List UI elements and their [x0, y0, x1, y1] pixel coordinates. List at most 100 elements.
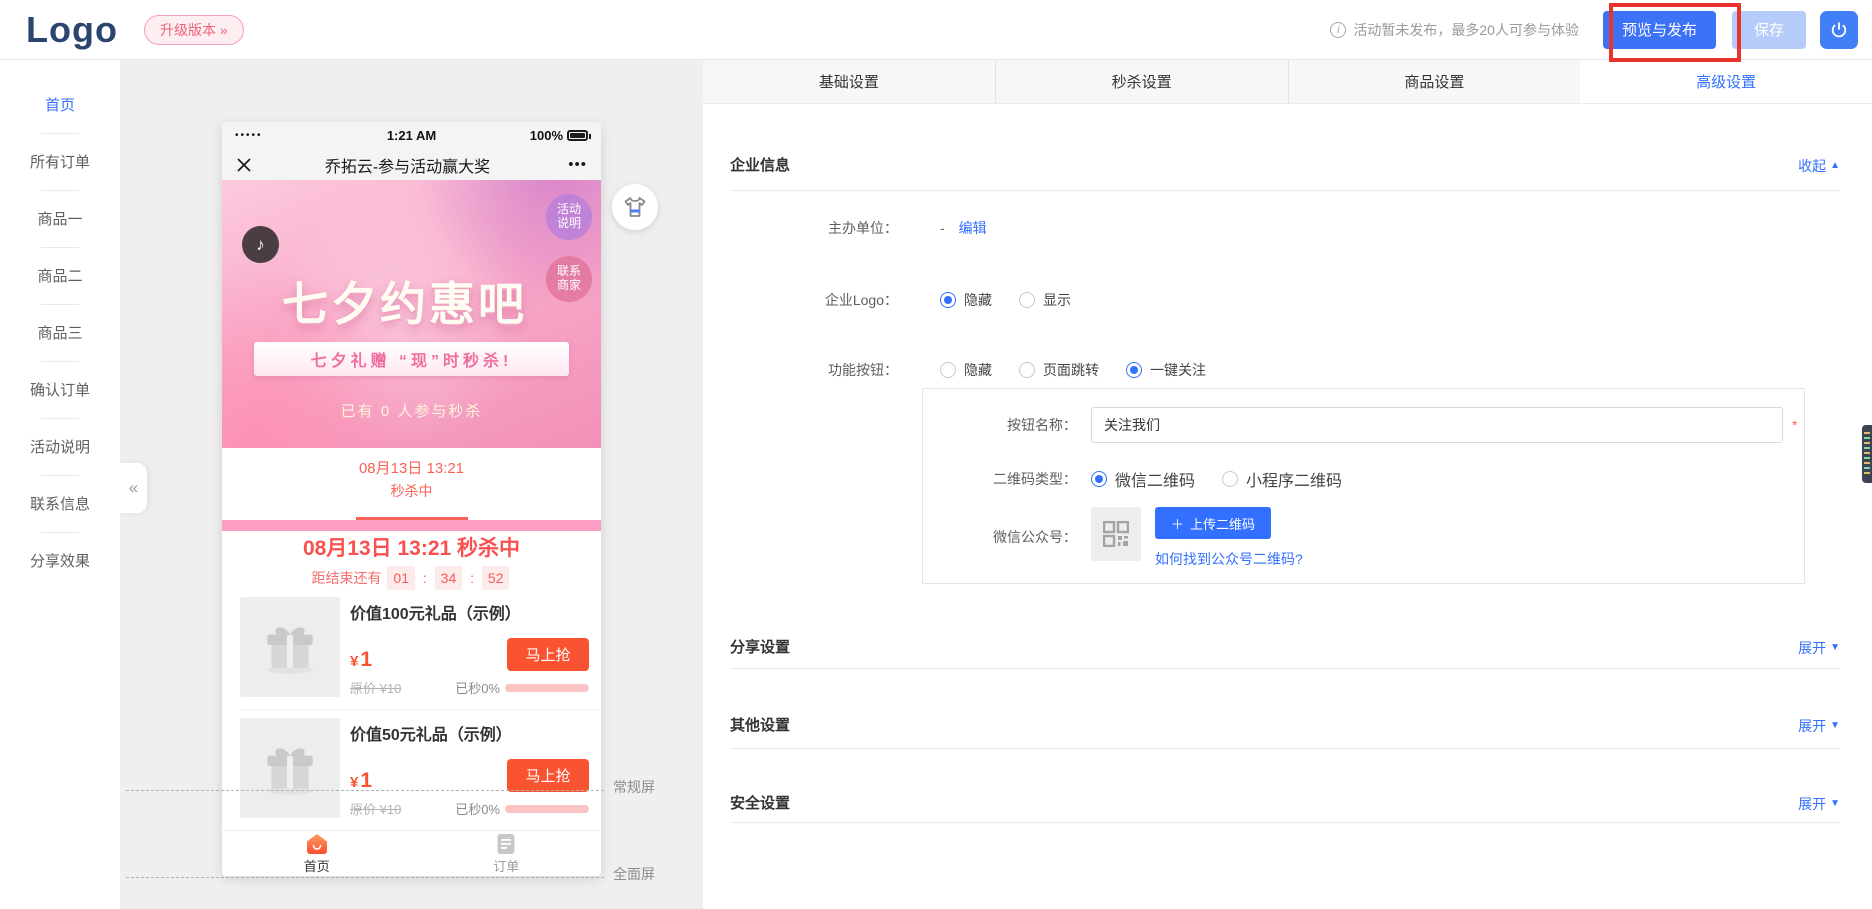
- settings-panel: 基础设置 秒杀设置 商品设置 高级设置 企业信息 收起 ▲ 主办单位： - 编辑: [703, 60, 1872, 909]
- pink-divider: [222, 520, 601, 531]
- sidebar-item-product-1[interactable]: 商品一: [0, 190, 120, 247]
- tab-advanced-settings[interactable]: 高级设置: [1580, 60, 1872, 103]
- dashed-line: [126, 877, 604, 878]
- organizer-label: 主办单位：: [730, 218, 898, 238]
- logo-option-hide[interactable]: 隐藏: [940, 290, 992, 310]
- security-expand-toggle[interactable]: 展开 ▼: [1798, 794, 1840, 814]
- badge-line: 活动: [557, 203, 581, 217]
- schedule-tab[interactable]: 08月13日 13:21 秒杀中: [222, 448, 601, 520]
- button-name-row: 按钮名称： *: [923, 407, 1804, 443]
- sidebar-item-share-effect[interactable]: 分享效果: [0, 532, 120, 589]
- countdown-separator: :: [470, 570, 474, 586]
- badge-line: 说明: [557, 217, 581, 231]
- buy-now-button[interactable]: 马上抢: [507, 759, 589, 792]
- chevron-down-icon: ▼: [1830, 638, 1840, 658]
- original-price: 原价 ¥10: [350, 678, 401, 697]
- sidebar-item-activity-desc[interactable]: 活动说明: [0, 418, 120, 475]
- radio-label: 隐藏: [964, 290, 992, 310]
- share-expand-toggle[interactable]: 展开 ▼: [1798, 638, 1840, 658]
- sidebar: 首页 所有订单 商品一 商品二 商品三 确认订单 活动说明 联系信息 分享效果: [0, 60, 120, 909]
- sidebar-item-confirm-order[interactable]: 确认订单: [0, 361, 120, 418]
- sidebar-item-all-orders[interactable]: 所有订单: [0, 133, 120, 190]
- radio-checked-icon: [1126, 362, 1142, 378]
- tab-product-settings[interactable]: 商品设置: [1289, 60, 1581, 103]
- preview-area: « ••••• 1:21 AM 100%: [120, 60, 703, 909]
- seckill-header: 08月13日 13:21 秒杀中 距结束还有 01 : 34 : 52: [222, 531, 601, 589]
- sidebar-item-product-3[interactable]: 商品三: [0, 304, 120, 361]
- nav-item-orders[interactable]: 订单: [412, 831, 602, 876]
- power-button[interactable]: [1820, 11, 1858, 49]
- wechat-account-row: 微信公众号：: [923, 507, 1804, 569]
- app-root: Logo 升级版本 » i 活动暂未发布，最多20人可参与体验 预览与发布 保存…: [0, 0, 1872, 909]
- qr-option-miniprogram[interactable]: 小程序二维码: [1222, 467, 1342, 491]
- nav-label: 首页: [304, 856, 330, 875]
- button-name-input[interactable]: [1091, 407, 1783, 443]
- radio-label: 小程序二维码: [1246, 467, 1342, 491]
- radio-label: 一键关注: [1150, 360, 1206, 380]
- home-icon: [305, 833, 329, 855]
- enterprise-logo-label: 企业Logo：: [730, 290, 898, 310]
- enterprise-collapse-toggle[interactable]: 收起 ▲: [1798, 156, 1840, 176]
- organizer-edit-link[interactable]: 编辑: [959, 218, 987, 238]
- gift-icon: [257, 614, 323, 680]
- product-image-placeholder: [240, 597, 340, 697]
- seckill-headline: 08月13日 13:21 秒杀中: [222, 536, 601, 562]
- sidebar-item-product-2[interactable]: 商品二: [0, 247, 120, 304]
- radio-unchecked-icon: [1222, 471, 1238, 487]
- upgrade-version-badge[interactable]: 升级版本 »: [144, 15, 244, 45]
- currency-symbol: ¥: [350, 774, 358, 791]
- price-value: 1: [360, 648, 372, 671]
- logo-option-show[interactable]: 显示: [1019, 290, 1071, 310]
- toggle-label: 展开: [1798, 638, 1826, 658]
- side-dock-widget[interactable]: [1862, 425, 1872, 483]
- participants-count: 已有 0 人参与秒杀: [222, 400, 601, 421]
- radio-label: 隐藏: [964, 360, 992, 380]
- function-button-label: 功能按钮：: [730, 360, 898, 380]
- currency-symbol: ¥: [350, 653, 358, 670]
- music-note-icon: ♪: [256, 235, 265, 255]
- tab-seckill-settings[interactable]: 秒杀设置: [996, 60, 1289, 103]
- func-option-hide[interactable]: 隐藏: [940, 360, 992, 380]
- close-icon[interactable]: [236, 157, 254, 173]
- countdown-hours: 01: [387, 566, 415, 590]
- countdown-seconds: 52: [482, 566, 510, 590]
- func-option-page-jump[interactable]: 页面跳转: [1019, 360, 1099, 380]
- activity-desc-badge[interactable]: 活动 说明: [546, 194, 592, 240]
- tab-basic-settings[interactable]: 基础设置: [703, 60, 996, 103]
- function-button-row: 功能按钮： 隐藏 页面跳转 一键关注: [730, 358, 1840, 382]
- qr-help-link[interactable]: 如何找到公众号二维码?: [1155, 549, 1303, 569]
- power-icon: [1829, 20, 1849, 40]
- countdown-label: 距结束还有: [312, 570, 382, 586]
- sidebar-item-contact-info[interactable]: 联系信息: [0, 475, 120, 532]
- qr-option-wechat[interactable]: 微信二维码: [1091, 467, 1195, 491]
- section-divider: [730, 190, 1840, 191]
- other-expand-toggle[interactable]: 展开 ▼: [1798, 716, 1840, 736]
- dock-stripes-icon: [1864, 432, 1870, 476]
- radio-unchecked-icon: [1019, 292, 1035, 308]
- theme-skin-button[interactable]: [612, 184, 658, 230]
- music-toggle-button[interactable]: ♪: [242, 226, 279, 263]
- save-button[interactable]: 保存: [1732, 11, 1806, 49]
- active-tab-underline: [356, 517, 468, 520]
- product-row: 价值100元礼品（示例） ¥1 原价 ¥10 马上抢 已秒0%: [222, 589, 601, 709]
- order-icon: [496, 833, 516, 855]
- sold-percent: 已秒0%: [455, 799, 500, 818]
- phone-preview: ••••• 1:21 AM 100% 乔拓云-参与活动赢大奖 ••• ♪: [222, 122, 601, 876]
- tshirt-icon: [622, 195, 648, 219]
- product-row: 价值50元礼品（示例） ¥1 原价 ¥10 马上抢 已秒0%: [222, 710, 601, 830]
- more-icon[interactable]: •••: [561, 156, 587, 173]
- toggle-label: 展开: [1798, 794, 1826, 814]
- preview-publish-button[interactable]: 预览与发布: [1603, 11, 1716, 49]
- sidebar-item-home[interactable]: 首页: [0, 76, 120, 133]
- wechat-account-label: 微信公众号：: [923, 507, 1077, 547]
- countdown-separator: :: [423, 570, 427, 586]
- sidebar-collapse-handle[interactable]: «: [120, 463, 147, 513]
- nav-item-home[interactable]: 首页: [222, 831, 412, 876]
- share-section-title: 分享设置: [730, 638, 790, 658]
- func-option-one-key-follow[interactable]: 一键关注: [1126, 360, 1206, 380]
- upload-qr-button[interactable]: ＋ 上传二维码: [1155, 507, 1271, 539]
- buy-now-button[interactable]: 马上抢: [507, 638, 589, 671]
- qr-placeholder: [1091, 507, 1141, 561]
- publish-notice-text: 活动暂未发布，最多20人可参与体验: [1353, 20, 1579, 40]
- qr-type-label: 二维码类型：: [923, 469, 1077, 489]
